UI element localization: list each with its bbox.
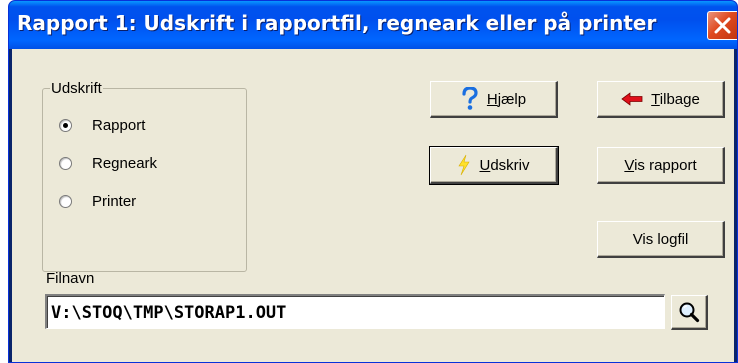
help-button-label: Hjælp — [486, 90, 527, 108]
back-button-label: Tilbage — [651, 90, 700, 108]
radio-label: Rapport — [92, 116, 146, 134]
show-report-button-label: Vis rapport — [624, 156, 697, 174]
radio-printer[interactable]: Printer — [59, 191, 136, 211]
print-button-label: Udskriv — [479, 156, 530, 174]
red-left-arrow-icon — [621, 92, 643, 106]
back-button[interactable]: Tilbage — [597, 81, 725, 118]
radio-indicator[interactable] — [59, 118, 72, 132]
magnifier-icon — [679, 302, 700, 323]
radio-label: Regneark — [92, 154, 158, 172]
show-log-button-label: Vis logfil — [632, 230, 689, 248]
close-button[interactable] — [707, 11, 737, 40]
radio-indicator[interactable] — [59, 156, 72, 170]
help-button[interactable]: Hjælp — [430, 81, 558, 118]
close-icon — [714, 17, 731, 34]
filename-label: Filnavn — [46, 270, 95, 287]
print-button[interactable]: Udskriv — [429, 146, 559, 185]
browse-button[interactable] — [671, 295, 708, 330]
radio-rapport[interactable]: Rapport — [59, 115, 145, 135]
radio-indicator[interactable] — [59, 194, 72, 208]
report-dialog: Rapport 1: Udskrift i rapportfil, regnea… — [8, 0, 738, 363]
radio-regneark[interactable]: Regneark — [59, 153, 157, 173]
dialog-body: Udskrift Rapport Regneark Printer Hjælp — [12, 49, 734, 362]
lightning-icon — [457, 154, 471, 176]
title-bar[interactable]: Rapport 1: Udskrift i rapportfil, regnea… — [9, 1, 737, 49]
show-report-button[interactable]: Vis rapport — [597, 147, 725, 184]
window-title: Rapport 1: Udskrift i rapportfil, regnea… — [17, 11, 657, 35]
radio-label: Printer — [92, 192, 137, 210]
question-icon — [461, 87, 479, 111]
udskrift-group-legend: Udskrift — [50, 80, 103, 97]
show-log-button[interactable]: Vis logfil — [597, 221, 725, 258]
filename-field[interactable]: V:\STOQ\TMP\STORAP1.OUT — [45, 294, 665, 329]
